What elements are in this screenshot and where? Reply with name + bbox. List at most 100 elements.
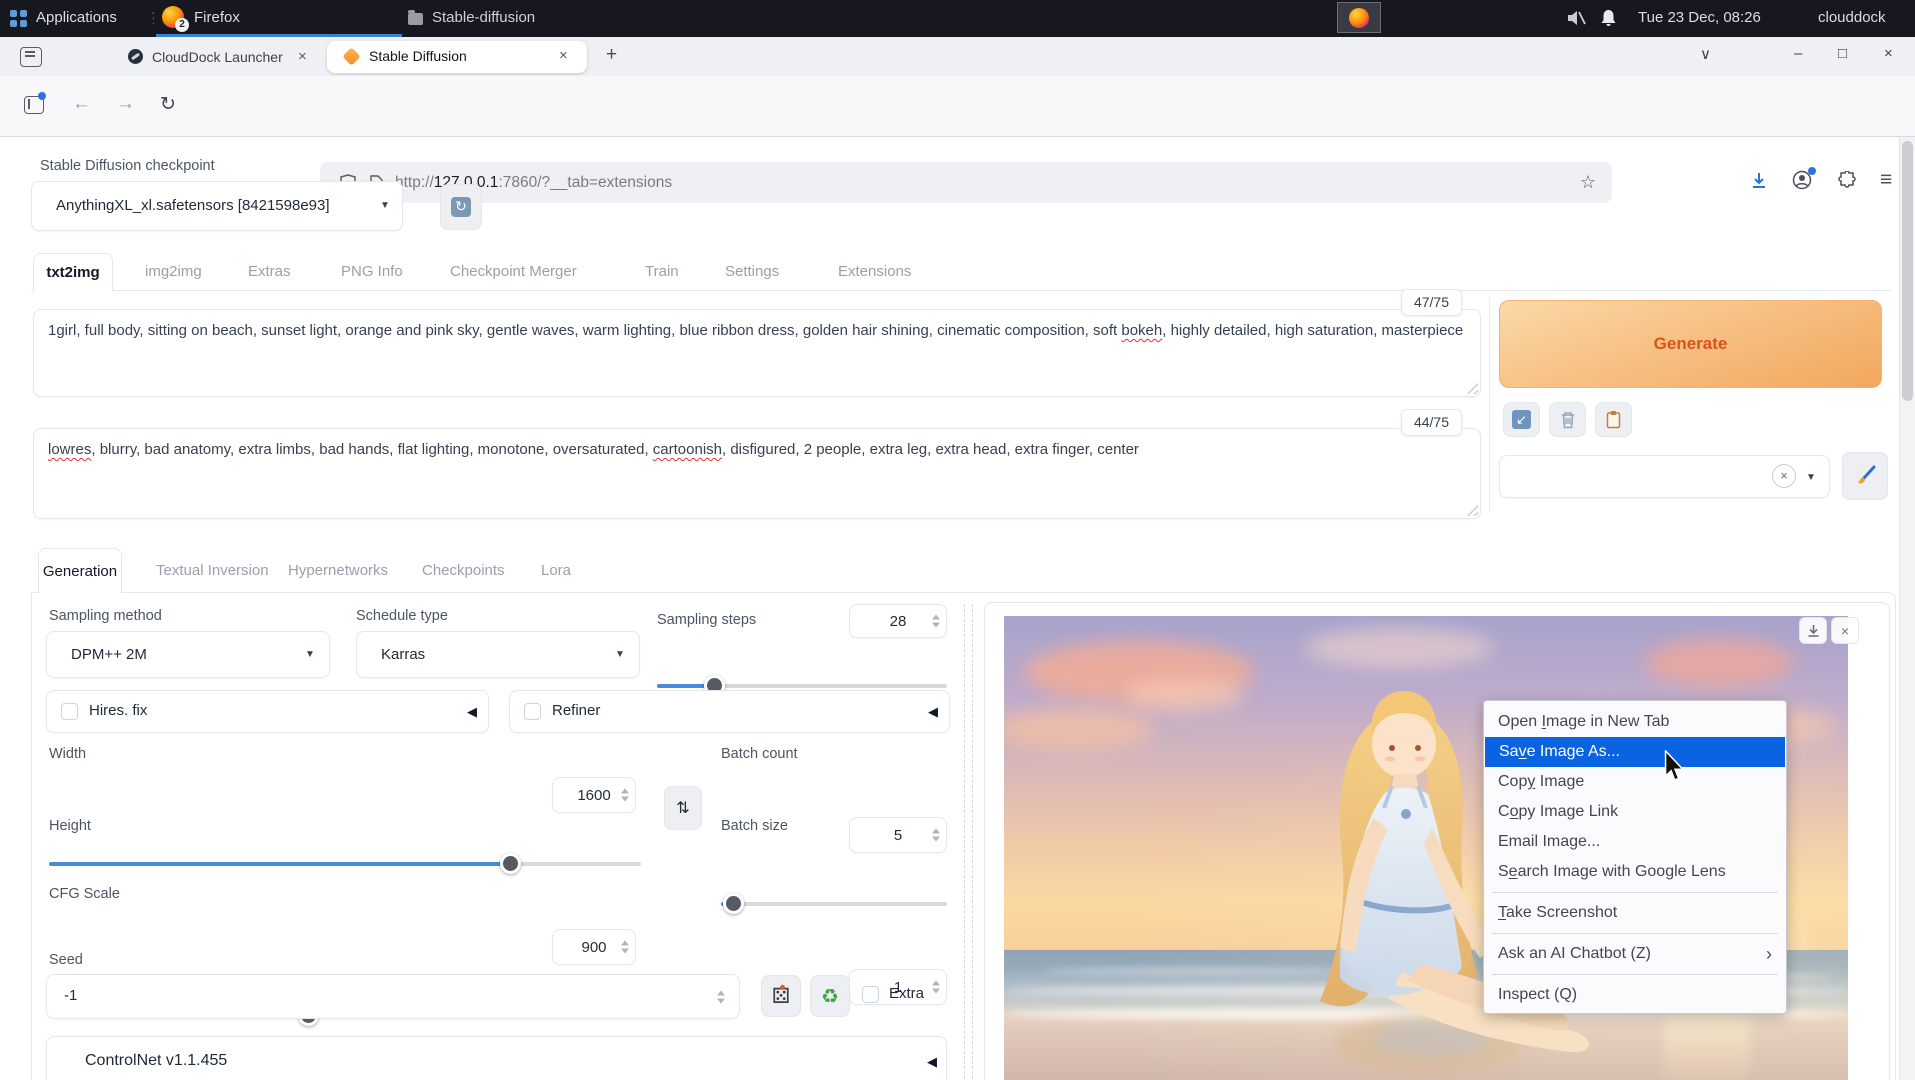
notification-bell-icon[interactable] xyxy=(1600,9,1617,27)
recycle-icon: ♻ xyxy=(821,984,839,1009)
seed-input[interactable]: -1 xyxy=(46,974,740,1019)
collapse-arrow-icon[interactable]: ◀ xyxy=(467,704,477,720)
menu-item-ask-ai-chatbot[interactable]: Ask an AI Chatbot (Z)› xyxy=(1484,939,1786,969)
applications-menu[interactable]: Applications xyxy=(36,9,117,26)
back-icon[interactable]: ← xyxy=(72,93,91,115)
maximize-button[interactable]: □ xyxy=(1838,45,1847,62)
edit-styles-button[interactable] xyxy=(1842,452,1888,500)
menu-item-copy-image-link[interactable]: Copy Image Link xyxy=(1484,797,1786,827)
sampling-steps-slider[interactable] xyxy=(657,684,947,688)
hires-fix-section[interactable]: Hires. fix ◀ xyxy=(46,690,489,733)
clock[interactable]: Tue 23 Dec, 08:26 xyxy=(1638,9,1761,26)
minimize-button[interactable]: – xyxy=(1794,45,1802,62)
list-tabs-chevron[interactable]: ∨ xyxy=(1700,45,1711,63)
swap-dimensions-button[interactable]: ⇅ xyxy=(664,786,702,830)
reload-icon[interactable]: ↻ xyxy=(160,93,176,116)
apply-prompt-button[interactable]: ↙ xyxy=(1503,402,1540,437)
prompt-token-counter: 47/75 xyxy=(1401,289,1462,316)
refresh-icon: ↻ xyxy=(451,197,471,217)
stepper-icon[interactable] xyxy=(621,789,629,802)
clear-styles-icon[interactable]: × xyxy=(1772,464,1796,488)
user-name[interactable]: clouddock xyxy=(1818,9,1886,26)
tab-lora[interactable]: Lora xyxy=(541,562,571,579)
random-seed-button[interactable]: ⚄ xyxy=(761,975,801,1017)
tab-extras[interactable]: Extras xyxy=(248,263,291,280)
refiner-section[interactable]: Refiner ◀ xyxy=(509,690,950,733)
page-scrollbar[interactable] xyxy=(1899,137,1915,1080)
collapse-arrow-icon[interactable]: ◀ xyxy=(927,1054,937,1070)
height-input[interactable]: 900 xyxy=(552,929,636,965)
tab-extensions[interactable]: Extensions xyxy=(838,263,911,280)
tab-img2img[interactable]: img2img xyxy=(145,263,202,280)
extra-seed-checkbox[interactable] xyxy=(862,986,879,1003)
styles-dropdown[interactable]: × ▼ xyxy=(1499,455,1830,498)
refiner-checkbox[interactable] xyxy=(524,703,541,720)
menu-item-take-screenshot[interactable]: Take Screenshot xyxy=(1484,898,1786,928)
volume-muted-icon[interactable] xyxy=(1566,9,1586,27)
tab-hypernetworks[interactable]: Hypernetworks xyxy=(288,562,388,579)
collapse-arrow-icon[interactable]: ◀ xyxy=(928,704,938,720)
tray-firefox-button[interactable] xyxy=(1337,2,1381,33)
menu-item-open-image[interactable]: Open Image in New Tab xyxy=(1484,707,1786,737)
batch-count-input[interactable]: 5 xyxy=(849,817,947,853)
prompt-textarea[interactable]: 1girl, full body, sitting on beach, suns… xyxy=(33,309,1481,397)
refresh-checkpoint-button[interactable]: ↻ xyxy=(440,184,482,230)
browser-tab-stable-diffusion[interactable]: Stable Diffusion × xyxy=(327,41,587,73)
sampling-steps-input[interactable]: 28 xyxy=(849,604,947,638)
schedule-type-label: Schedule type xyxy=(356,608,448,624)
batch-count-slider[interactable] xyxy=(721,902,947,906)
negative-prompt-textarea[interactable]: lowres, blurry, bad anatomy, extra limbs… xyxy=(33,428,1481,519)
clear-prompt-button[interactable] xyxy=(1549,402,1586,437)
address-bar[interactable]: http://127.0.0.1:7860/?__tab=extensions … xyxy=(320,162,1612,203)
menu-item-copy-image[interactable]: Copy Image xyxy=(1484,767,1786,797)
bookmark-star-icon[interactable]: ☆ xyxy=(1580,172,1596,193)
browser-tab-clouddock[interactable]: CloudDock Launcher × xyxy=(118,42,322,72)
width-input[interactable]: 1600 xyxy=(552,777,636,813)
stepper-icon[interactable] xyxy=(932,829,940,842)
reuse-seed-button[interactable]: ♻ xyxy=(810,975,850,1017)
menu-hamburger-icon[interactable]: ≡ xyxy=(1880,168,1892,192)
close-tab-icon[interactable]: × xyxy=(298,48,307,65)
tab-generation[interactable]: Generation xyxy=(38,548,122,593)
hires-fix-checkbox[interactable] xyxy=(61,703,78,720)
stepper-icon[interactable] xyxy=(621,941,629,954)
taskbar-window-stable-diffusion[interactable]: Stable-diffusion xyxy=(406,0,626,37)
tab-txt2img[interactable]: txt2img xyxy=(33,253,113,291)
stepper-icon[interactable] xyxy=(932,981,940,994)
checkpoint-dropdown[interactable]: AnythingXL_xl.safetensors [8421598e93] ▼ xyxy=(31,181,403,231)
tab-settings[interactable]: Settings xyxy=(725,263,779,280)
taskbar-window-firefox[interactable]: 2 Firefox xyxy=(156,0,402,37)
downloads-icon[interactable] xyxy=(1750,171,1768,191)
tab-png-info[interactable]: PNG Info xyxy=(341,263,403,280)
tab-checkpoints[interactable]: Checkpoints xyxy=(422,562,505,579)
close-image-button[interactable]: × xyxy=(1831,617,1859,644)
menu-item-email-image[interactable]: Email Image... xyxy=(1484,827,1786,857)
tab-textual-inversion[interactable]: Textual Inversion xyxy=(156,562,269,579)
tab-checkpoint-merger[interactable]: Checkpoint Merger xyxy=(450,263,577,280)
extensions-puzzle-icon[interactable] xyxy=(1838,171,1857,190)
sampling-method-dropdown[interactable]: DPM++ 2M ▼ xyxy=(46,631,330,678)
close-window-button[interactable]: × xyxy=(1884,45,1893,62)
width-slider[interactable] xyxy=(49,862,641,866)
menu-item-inspect[interactable]: Inspect (Q) xyxy=(1484,980,1786,1010)
forward-icon[interactable]: → xyxy=(116,93,135,115)
paste-style-button[interactable] xyxy=(1595,402,1632,437)
column-resize-handle[interactable] xyxy=(964,604,973,1080)
tab-train[interactable]: Train xyxy=(645,263,679,280)
stepper-icon[interactable] xyxy=(717,990,725,1003)
resize-handle[interactable] xyxy=(1466,382,1478,394)
stepper-icon[interactable] xyxy=(932,615,940,628)
scrollbar-thumb[interactable] xyxy=(1902,141,1913,401)
close-tab-icon[interactable]: × xyxy=(559,47,568,64)
controlnet-accordion[interactable]: ControlNet v1.1.455 ◀ xyxy=(46,1036,947,1080)
browser-tab-bar: CloudDock Launcher × Stable Diffusion × … xyxy=(0,37,1915,76)
resize-handle[interactable] xyxy=(1466,504,1478,516)
menu-item-search-google-lens[interactable]: Search Image with Google Lens xyxy=(1484,857,1786,887)
generate-button[interactable]: Generate xyxy=(1499,300,1882,388)
menu-item-save-image-as[interactable]: Save Image As... xyxy=(1485,737,1785,767)
tab-manager-icon[interactable] xyxy=(20,47,42,67)
batch-count-label: Batch count xyxy=(721,746,798,762)
schedule-type-dropdown[interactable]: Karras ▼ xyxy=(356,631,640,678)
new-tab-button[interactable]: + xyxy=(606,44,617,66)
download-image-button[interactable] xyxy=(1799,617,1827,644)
